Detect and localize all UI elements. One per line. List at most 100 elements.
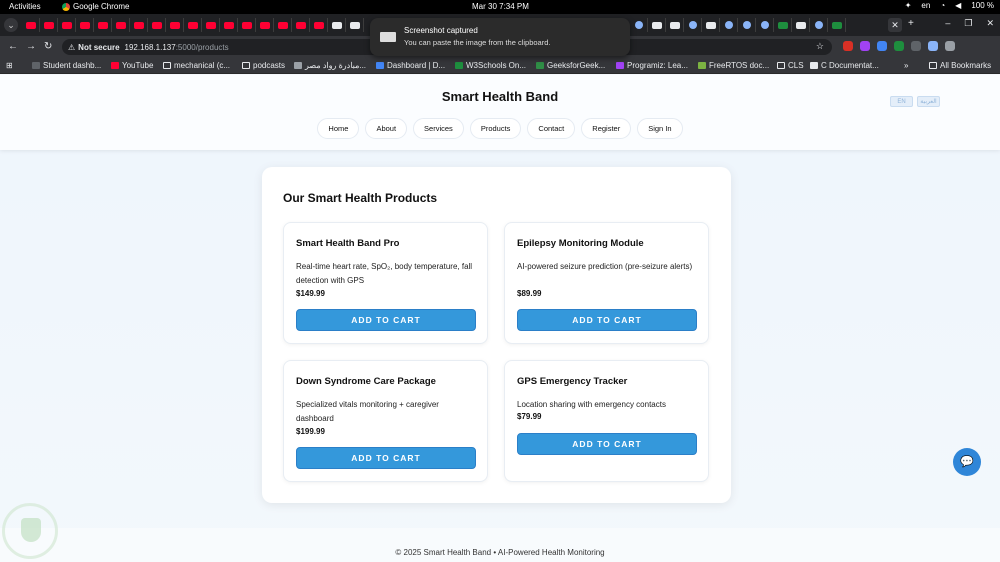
activities-button[interactable]: Activities <box>9 2 41 11</box>
bookmark-item[interactable]: YouTube <box>111 61 153 70</box>
new-tab-button[interactable]: + <box>908 18 914 29</box>
app-menu[interactable]: Google Chrome <box>62 2 129 11</box>
minimize-icon[interactable]: – <box>945 18 950 29</box>
not-secure-icon[interactable]: ⚠ <box>68 43 75 52</box>
tab-site[interactable] <box>738 18 756 32</box>
tab-youtube[interactable] <box>256 18 274 32</box>
forward-arrow-icon[interactable]: → <box>26 41 36 52</box>
tab-youtube[interactable] <box>238 18 256 32</box>
all-bookmarks[interactable]: All Bookmarks <box>929 61 991 70</box>
tab-site[interactable] <box>630 18 648 32</box>
bookmarks-overflow-icon[interactable]: » <box>904 61 908 70</box>
bookmark-folder[interactable]: podcasts <box>242 61 285 70</box>
tab-active[interactable] <box>828 18 846 32</box>
bookmark-item[interactable]: GeeksforGeek... <box>536 61 605 70</box>
freertos-icon <box>698 62 706 69</box>
tab-site[interactable] <box>792 18 810 32</box>
battery-level: 100 % <box>971 1 994 10</box>
bookmark-icon <box>810 62 818 69</box>
maximize-icon[interactable]: ❐ <box>964 18 972 29</box>
tab-site[interactable] <box>684 18 702 32</box>
profile-icon[interactable] <box>928 41 938 51</box>
chat-bubble-icon[interactable]: 💬 <box>953 448 981 476</box>
tab-sheets[interactable] <box>774 18 792 32</box>
bookmark-icon <box>294 62 302 69</box>
nav-register[interactable]: Register <box>581 118 632 139</box>
tab-site[interactable] <box>702 18 720 32</box>
nav-contact[interactable]: Contact <box>527 118 576 139</box>
tab-youtube[interactable] <box>76 18 94 32</box>
site-icon <box>634 21 643 29</box>
youtube-icon <box>115 21 126 29</box>
nav-sign-in[interactable]: Sign In <box>637 118 683 139</box>
tab-youtube[interactable] <box>220 18 238 32</box>
extension-icon[interactable] <box>894 41 904 51</box>
tab-youtube[interactable] <box>274 18 292 32</box>
tab-youtube[interactable] <box>292 18 310 32</box>
add-to-cart-button[interactable]: ADD TO CART <box>517 433 697 455</box>
tab-site[interactable] <box>810 18 828 32</box>
tab-youtube[interactable] <box>40 18 58 32</box>
bookmark-item[interactable]: CLS <box>777 61 804 70</box>
tab-youtube[interactable] <box>94 18 112 32</box>
bookmark-item[interactable]: W3Schools On... <box>455 61 526 70</box>
bookmark-star-icon[interactable]: ☆ <box>816 41 824 52</box>
tab-list <box>22 18 364 32</box>
language-en-button[interactable]: EN <box>890 96 913 107</box>
product-name: Smart Health Band Pro <box>296 238 400 249</box>
reload-icon[interactable]: ↻ <box>44 41 52 52</box>
nav-services[interactable]: Services <box>413 118 464 139</box>
bookmark-item[interactable]: Dashboard | D... <box>376 61 445 70</box>
security-label[interactable]: Not secure <box>78 43 119 52</box>
site-brand[interactable]: Smart Health Band <box>0 89 1000 104</box>
tab-youtube[interactable] <box>22 18 40 32</box>
extension-icon[interactable] <box>877 41 887 51</box>
site-icon <box>688 21 697 29</box>
youtube-icon <box>61 21 72 29</box>
tab-youtube[interactable] <box>202 18 220 32</box>
nav-products[interactable]: Products <box>469 118 522 139</box>
tab-site[interactable] <box>346 18 364 32</box>
bookmark-item[interactable]: C Documentat... <box>810 61 879 70</box>
tab-site[interactable] <box>720 18 738 32</box>
bookmark-item[interactable]: مبادرة رواد مصر... <box>294 61 366 70</box>
add-to-cart-button[interactable]: ADD TO CART <box>517 309 697 331</box>
language-ar-button[interactable]: العربية <box>917 96 940 107</box>
back-arrow-icon[interactable]: ← <box>8 41 18 52</box>
system-tray[interactable]: ✦ en ◔ ◀ 100 % <box>905 1 994 10</box>
bookmark-folder[interactable]: mechanical (c... <box>163 61 230 70</box>
bookmark-item[interactable]: Student dashb... <box>32 61 101 70</box>
bookmark-item[interactable]: FreeRTOS doc... <box>698 61 769 70</box>
tab-youtube[interactable] <box>166 18 184 32</box>
apps-grid-icon[interactable]: ⊞ <box>6 61 13 70</box>
product-card: Epilepsy Monitoring Module AI-powered se… <box>504 222 709 344</box>
tab-youtube[interactable] <box>112 18 130 32</box>
youtube-icon <box>133 21 144 29</box>
tab-site[interactable] <box>756 18 774 32</box>
tab-youtube[interactable] <box>184 18 202 32</box>
nav-about[interactable]: About <box>365 118 408 139</box>
product-description: Real-time heart rate, SpO₂, body tempera… <box>296 262 473 285</box>
add-to-cart-button[interactable]: ADD TO CART <box>296 447 476 469</box>
keyboard-layout[interactable]: en <box>921 1 930 10</box>
close-window-icon[interactable]: ✕ <box>986 18 994 29</box>
tab-site[interactable] <box>648 18 666 32</box>
tab-site[interactable] <box>328 18 346 32</box>
close-tab-icon[interactable]: ✕ <box>888 18 902 32</box>
clock[interactable]: Mar 30 7:34 PM <box>472 2 529 11</box>
bookmark-item[interactable]: Programiz: Lea... <box>616 61 688 70</box>
tab-search-button[interactable]: ⌄ <box>4 18 18 32</box>
tab-site[interactable] <box>666 18 684 32</box>
add-to-cart-button[interactable]: ADD TO CART <box>296 309 476 331</box>
extension-icon[interactable] <box>843 41 853 51</box>
nav-home[interactable]: Home <box>317 118 360 139</box>
bookmark-label: مبادرة رواد مصر... <box>305 61 367 70</box>
tab-youtube[interactable] <box>310 18 328 32</box>
extensions-puzzle-icon[interactable] <box>911 41 921 51</box>
tab-youtube[interactable] <box>148 18 166 32</box>
tab-youtube[interactable] <box>58 18 76 32</box>
screenshot-notification[interactable]: Screenshot captured You can paste the im… <box>370 18 630 56</box>
tab-youtube[interactable] <box>130 18 148 32</box>
extension-icon[interactable] <box>860 41 870 51</box>
chrome-menu-icon[interactable] <box>945 41 955 51</box>
